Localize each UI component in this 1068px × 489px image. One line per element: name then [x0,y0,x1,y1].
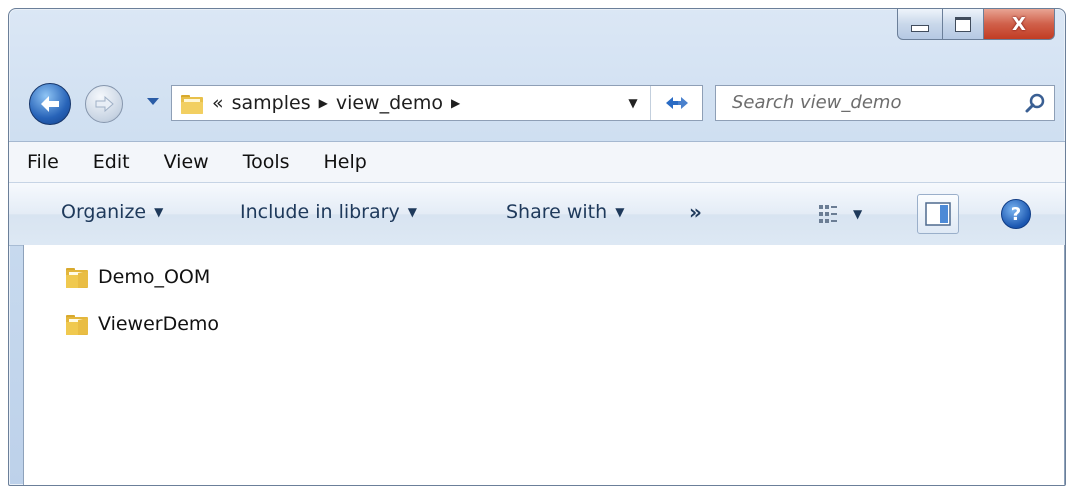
forward-arrow-icon [95,95,114,113]
refresh-button[interactable] [650,86,703,120]
chevron-down-icon: ▼ [154,205,164,219]
caption-buttons: X [897,9,1055,41]
close-icon: X [1012,13,1026,35]
share-with-label: Share with [506,201,608,223]
menu-help[interactable]: Help [308,151,385,173]
recent-pages-button[interactable] [147,97,159,107]
chevron-down-icon: ▼ [628,96,638,110]
help-icon[interactable]: ? [1001,199,1031,229]
explorer-window: X « samples ▶ view_demo ▶ ▼ Search view_… [8,8,1066,486]
maximize-button[interactable] [943,9,984,40]
breadcrumb-arrow-icon[interactable]: ▶ [451,96,460,110]
file-list: Demo_OOM ViewerDemo [23,245,1065,485]
breadcrumb: « samples ▶ view_demo ▶ [212,86,468,120]
search-box[interactable]: Search view_demo [715,85,1055,121]
address-dropdown-button[interactable]: ▼ [618,86,648,120]
close-button[interactable]: X [984,9,1055,40]
folder-icon [66,315,88,335]
minimize-icon [911,24,929,32]
include-in-library-button[interactable]: Include in library ▼ [240,201,417,223]
search-icon[interactable] [1024,92,1046,114]
menu-edit[interactable]: Edit [77,151,148,173]
refresh-icon [666,97,688,109]
more-commands-button[interactable]: » [689,200,702,224]
chevron-down-icon [147,98,159,105]
file-name: ViewerDemo [98,313,220,335]
preview-pane-button[interactable] [917,194,959,234]
breadcrumb-overflow[interactable]: « [212,92,224,114]
breadcrumb-item-samples[interactable]: samples [232,92,311,114]
forward-button[interactable] [85,85,123,123]
minimize-button[interactable] [897,9,943,40]
organize-button[interactable]: Organize ▼ [61,201,163,223]
chevron-down-icon: ▼ [853,207,863,221]
address-bar[interactable]: « samples ▶ view_demo ▶ ▼ [171,85,703,121]
back-arrow-icon [41,96,59,112]
include-in-library-label: Include in library [240,201,400,223]
menu-tools[interactable]: Tools [227,151,308,173]
change-view-button[interactable]: ▼ [817,203,862,225]
list-item[interactable]: ViewerDemo [64,312,219,336]
list-item[interactable]: Demo_OOM [64,265,210,289]
breadcrumb-arrow-icon[interactable]: ▶ [319,96,328,110]
menu-view[interactable]: View [148,151,227,173]
menu-file[interactable]: File [9,151,77,173]
menu-bar: File Edit View Tools Help [9,141,1065,182]
maximize-icon [955,16,971,32]
preview-pane-icon [925,202,951,226]
command-bar: Organize ▼ Include in library ▼ Share wi… [9,182,1065,246]
chevron-down-icon: ▼ [615,205,625,219]
search-input[interactable]: Search view_demo [732,92,901,113]
organize-label: Organize [61,201,147,223]
navigation-bar: « samples ▶ view_demo ▶ ▼ Search view_de… [9,79,1065,125]
breadcrumb-item-view-demo[interactable]: view_demo [336,92,443,114]
chevron-down-icon: ▼ [407,205,417,219]
back-button[interactable] [29,83,71,125]
folder-icon [181,95,203,114]
view-options-icon [819,205,837,223]
share-with-button[interactable]: Share with ▼ [506,201,624,223]
file-name: Demo_OOM [98,266,211,288]
folder-icon [66,268,88,288]
